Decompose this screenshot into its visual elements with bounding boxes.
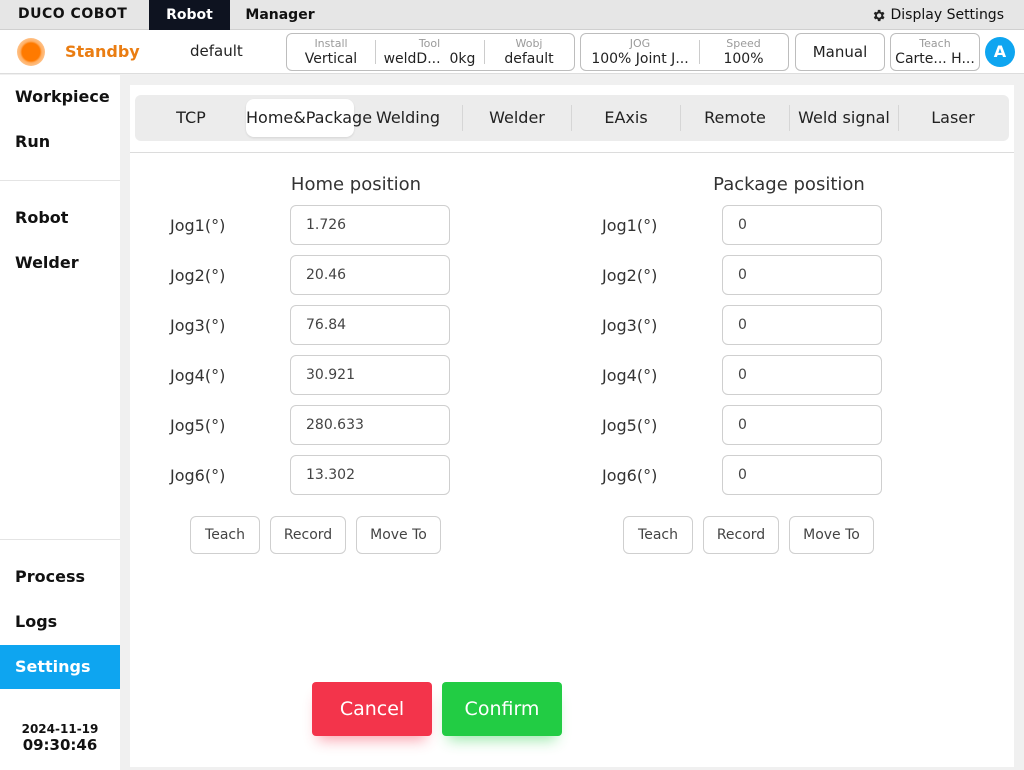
install-tool-wobj-box[interactable]: Install Vertical Tool weldD... 0kg Wobj …	[286, 33, 575, 71]
home-jog3-input[interactable]: 76.84	[290, 305, 450, 345]
tab-welding[interactable]: Welding	[354, 99, 462, 137]
install-label: Install	[314, 36, 348, 50]
home-jog2-label: Jog2(°)	[170, 266, 226, 285]
home-jog1-label: Jog1(°)	[170, 216, 226, 235]
tab-home-package[interactable]: Home&Package	[246, 99, 372, 137]
tool-label: Tool	[418, 36, 441, 50]
status-indicator-icon	[17, 38, 45, 66]
package-jog4-label: Jog4(°)	[602, 366, 658, 385]
sidebar-item-run[interactable]: Run	[0, 120, 120, 164]
install-cell: Install Vertical	[287, 34, 375, 70]
teach-label: Teach	[919, 36, 951, 50]
wobj-label: Wobj	[515, 36, 543, 50]
confirm-button[interactable]: Confirm	[442, 682, 562, 736]
package-jog3-input[interactable]: 0	[722, 305, 882, 345]
home-jog2-input[interactable]: 20.46	[290, 255, 450, 295]
home-move-to-button[interactable]: Move To	[356, 516, 441, 554]
package-move-to-button[interactable]: Move To	[789, 516, 874, 554]
home-jog1-input[interactable]: 1.726	[290, 205, 450, 245]
home-jog3-label: Jog3(°)	[170, 316, 226, 335]
install-value: Vertical	[304, 50, 358, 67]
tool-value: weldD... 0kg	[383, 50, 476, 67]
tab-eaxis[interactable]: EAxis	[572, 99, 680, 137]
sidebar-item-robot[interactable]: Robot	[0, 196, 120, 240]
teach-box[interactable]: Teach Carte... H...	[890, 33, 980, 71]
package-jog1-input[interactable]: 0	[722, 205, 882, 245]
display-settings-label: Display Settings	[890, 7, 1004, 23]
home-jog4-label: Jog4(°)	[170, 366, 226, 385]
package-jog5-label: Jog5(°)	[602, 416, 658, 435]
display-settings-button[interactable]: Display Settings	[871, 0, 1004, 30]
speed-cell: Speed 100%	[699, 34, 788, 70]
menu-tab-robot[interactable]: Robot	[149, 0, 230, 30]
package-jog6-input[interactable]: 0	[722, 455, 882, 495]
tab-remote[interactable]: Remote	[681, 99, 789, 137]
sidebar-divider	[0, 180, 120, 181]
sidebar-item-logs[interactable]: Logs	[0, 600, 120, 644]
tabs-divider-line	[130, 152, 1014, 153]
teach-value: Carte... H...	[895, 50, 975, 67]
home-record-button[interactable]: Record	[270, 516, 346, 554]
jog-speed-box[interactable]: JOG 100% Joint J... Speed 100%	[580, 33, 789, 71]
sidebar-item-settings[interactable]: Settings	[0, 645, 120, 689]
home-jog4-input[interactable]: 30.921	[290, 355, 450, 395]
sidebar-divider	[0, 539, 120, 540]
gear-icon	[873, 9, 885, 21]
package-jog3-label: Jog3(°)	[602, 316, 658, 335]
speed-label: Speed	[726, 36, 761, 50]
sidebar-item-welder[interactable]: Welder	[0, 241, 120, 285]
teach-cell: Teach Carte... H...	[891, 34, 979, 70]
tab-tcp[interactable]: TCP	[139, 99, 243, 137]
wobj-cell: Wobj default	[484, 34, 574, 70]
package-jog4-input[interactable]: 0	[722, 355, 882, 395]
package-jog1-label: Jog1(°)	[602, 216, 658, 235]
jog-label: JOG	[629, 36, 651, 50]
tab-laser[interactable]: Laser	[899, 99, 1007, 137]
settings-panel: TCP Home&Package Welding Welder EAxis Re…	[130, 85, 1014, 767]
home-jog5-label: Jog5(°)	[170, 416, 226, 435]
jog-value: 100% Joint J...	[591, 50, 689, 67]
tool-cell: Tool weldD... 0kg	[375, 34, 484, 70]
sidebar: Workpiece Run Robot Welder Process Logs …	[0, 75, 120, 770]
wobj-value: default	[504, 50, 554, 67]
package-jog2-label: Jog2(°)	[602, 266, 658, 285]
tab-welder[interactable]: Welder	[463, 99, 571, 137]
package-teach-button[interactable]: Teach	[623, 516, 693, 554]
home-jog6-input[interactable]: 13.302	[290, 455, 450, 495]
package-position-title: Package position	[713, 174, 865, 195]
home-teach-button[interactable]: Teach	[190, 516, 260, 554]
manual-mode-button[interactable]: Manual	[795, 33, 885, 71]
status-bar: Standby default Install Vertical Tool we…	[0, 30, 1024, 74]
speed-value: 100%	[723, 50, 764, 67]
current-date: 2024-11-19	[21, 722, 99, 736]
menu-tab-manager[interactable]: Manager	[238, 0, 322, 30]
robot-state: Standby	[65, 42, 140, 61]
current-time: 09:30:46	[22, 736, 98, 754]
jog-cell: JOG 100% Joint J...	[581, 34, 699, 70]
tab-weld-signal[interactable]: Weld signal	[790, 99, 898, 137]
project-name: default	[190, 42, 243, 60]
package-jog2-input[interactable]: 0	[722, 255, 882, 295]
cancel-button[interactable]: Cancel	[312, 682, 432, 736]
package-jog6-label: Jog6(°)	[602, 466, 658, 485]
top-menu-bar: DUCO COBOT Robot Manager Display Setting…	[0, 0, 1024, 30]
sidebar-item-process[interactable]: Process	[0, 555, 120, 599]
home-jog5-input[interactable]: 280.633	[290, 405, 450, 445]
user-avatar[interactable]: A	[985, 37, 1015, 67]
settings-tabs: TCP Home&Package Welding Welder EAxis Re…	[135, 95, 1009, 141]
home-position-title: Home position	[290, 174, 422, 195]
home-jog6-label: Jog6(°)	[170, 466, 226, 485]
package-jog5-input[interactable]: 0	[722, 405, 882, 445]
package-record-button[interactable]: Record	[703, 516, 779, 554]
sidebar-item-workpiece[interactable]: Workpiece	[0, 75, 120, 119]
logo: DUCO COBOT	[18, 6, 128, 22]
